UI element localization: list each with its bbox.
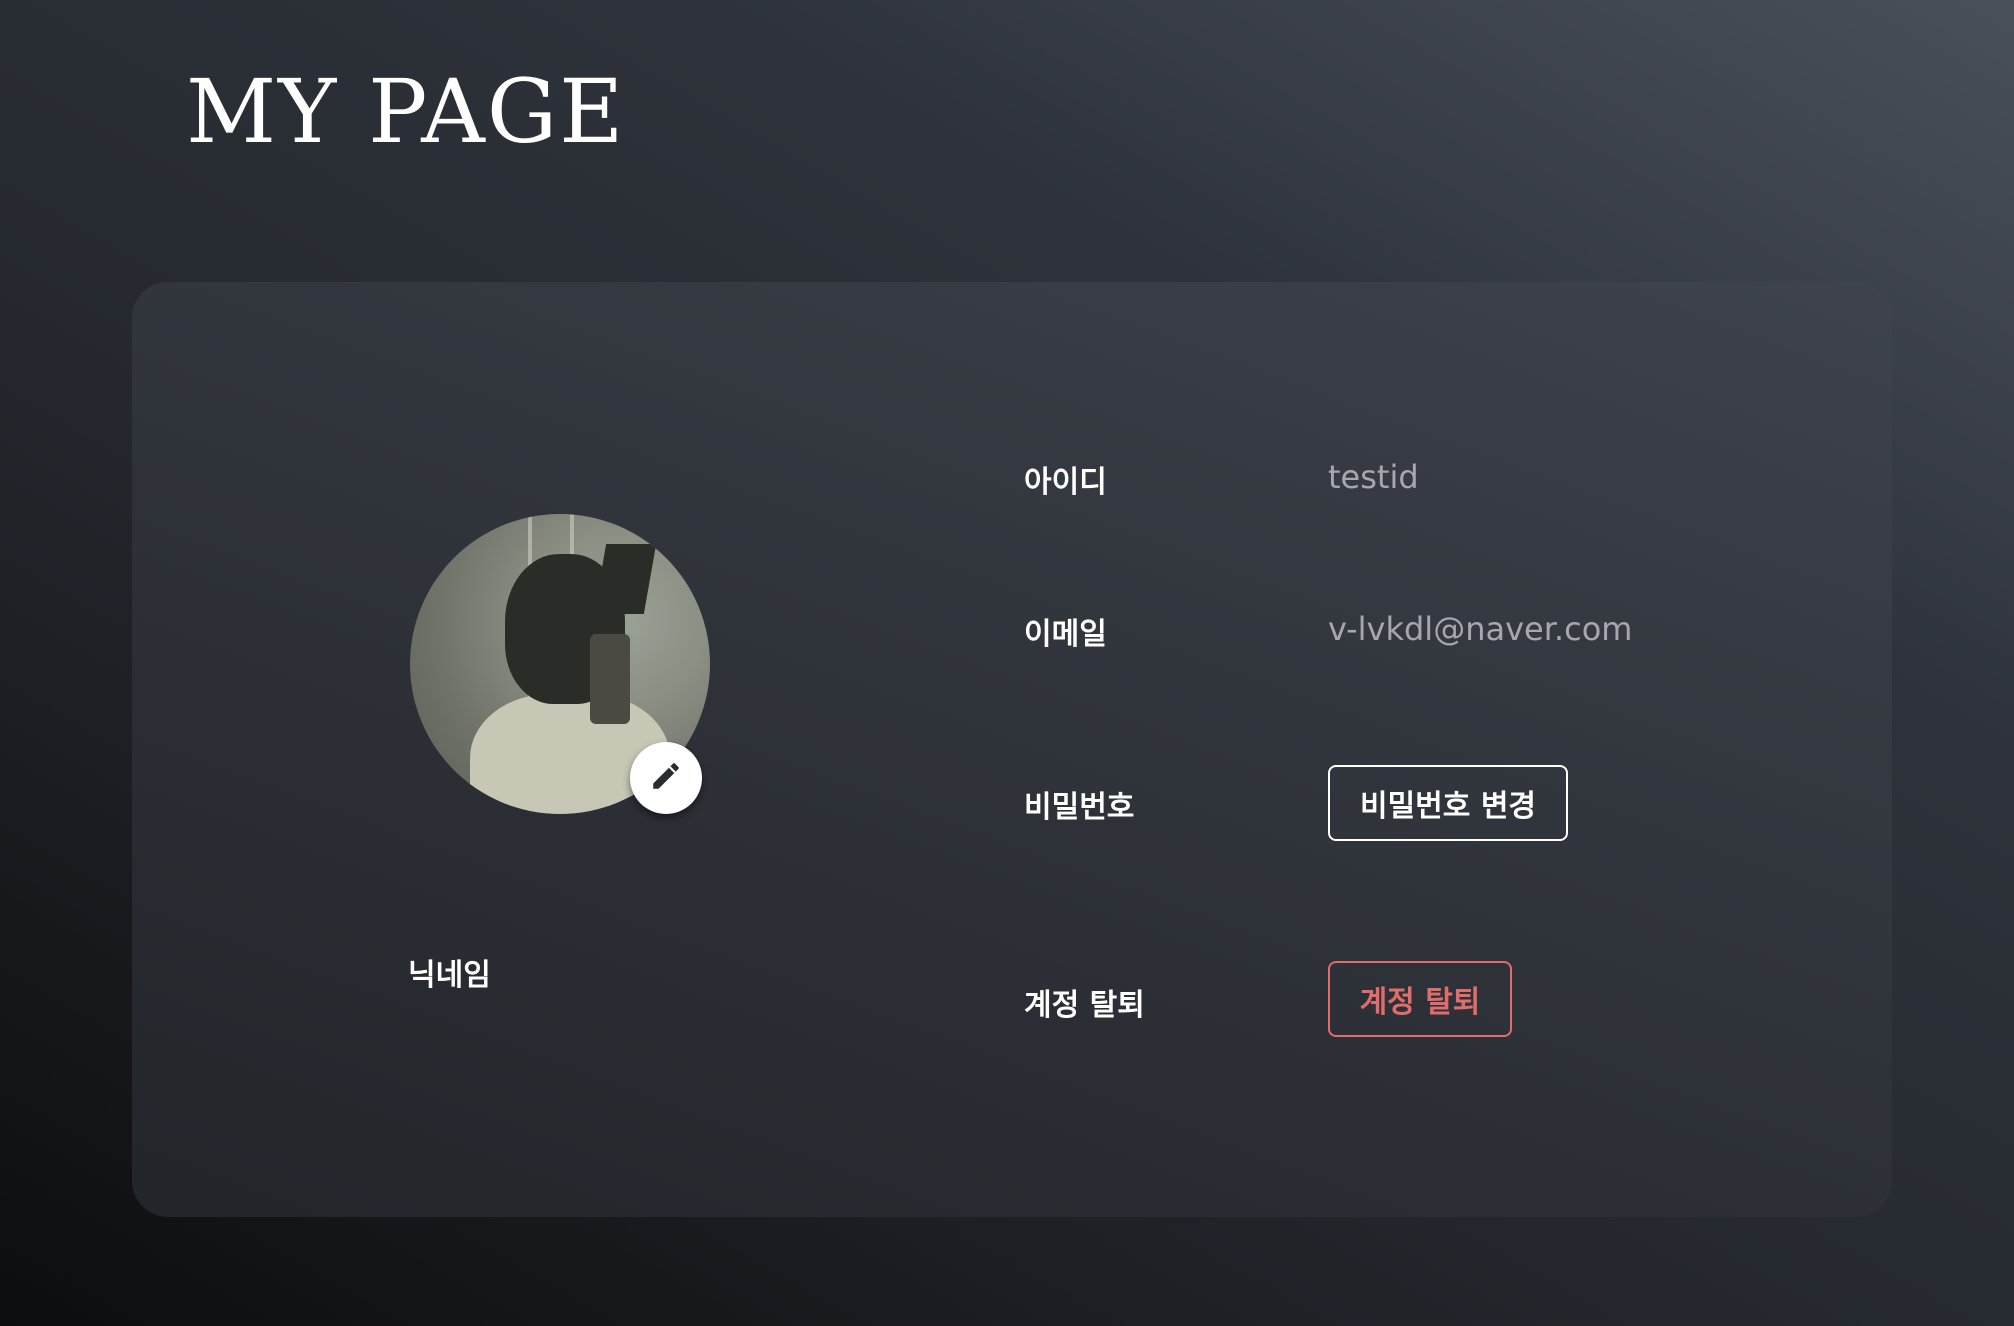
avatar-container <box>410 514 710 814</box>
email-label: 이메일 <box>1024 617 1107 652</box>
withdraw-account-button[interactable]: 계정 탈퇴 <box>1328 961 1512 1037</box>
withdraw-label: 계정 탈퇴 <box>1024 988 1145 1023</box>
page-title: MY PAGE <box>186 60 626 163</box>
edit-avatar-button[interactable] <box>630 742 702 814</box>
id-value: testid <box>1328 458 1419 496</box>
pencil-icon <box>649 759 683 797</box>
id-label: 아이디 <box>1024 465 1107 500</box>
nickname-label: 닉네임 <box>408 958 491 993</box>
profile-card <box>132 282 1892 1217</box>
password-label: 비밀번호 <box>1024 790 1135 825</box>
email-value: v-lvkdl@naver.com <box>1328 610 1633 648</box>
change-password-button[interactable]: 비밀번호 변경 <box>1328 765 1568 841</box>
